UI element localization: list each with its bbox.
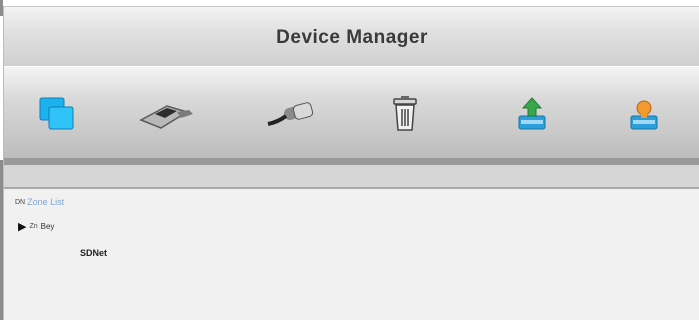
device-tree[interactable]: DN Zone List ▶ Zn Bey SDNet (4, 189, 699, 320)
expand-arrow-icon[interactable]: ▶ (18, 220, 26, 233)
edit-device-button[interactable] (139, 93, 193, 139)
import-button[interactable] (509, 93, 555, 139)
device-manager-window: Device Manager DN Zone List ▶ Zn Bey SDN… (3, 6, 699, 320)
export-icon (624, 94, 664, 139)
eraser-icon (137, 94, 197, 139)
zone-list-icon: DN (15, 198, 26, 206)
tree-root-label: Zone List (27, 197, 65, 207)
tree-child-label: Bey (40, 222, 55, 231)
toolbar (4, 66, 699, 159)
trash-icon (387, 94, 423, 139)
zone-icon: Zn (29, 223, 38, 230)
toolbar-separator (4, 158, 699, 165)
tree-header (4, 165, 699, 189)
window-title: Device Manager (276, 27, 428, 48)
import-icon (512, 94, 552, 139)
windows-icon (37, 94, 77, 139)
connect-button[interactable] (267, 93, 315, 139)
export-button[interactable] (621, 93, 667, 139)
cable-icon (262, 94, 322, 139)
tree-leaf-label: SDNet (80, 248, 108, 258)
add-device-button[interactable] (34, 93, 80, 139)
tree-leaf-node[interactable]: SDNet (80, 243, 107, 261)
tree-root-node[interactable]: DN Zone List (15, 197, 64, 207)
tree-child-node[interactable]: ▶ Zn Bey (18, 220, 54, 233)
title-bar[interactable]: Device Manager (4, 6, 699, 67)
delete-button[interactable] (382, 93, 428, 139)
